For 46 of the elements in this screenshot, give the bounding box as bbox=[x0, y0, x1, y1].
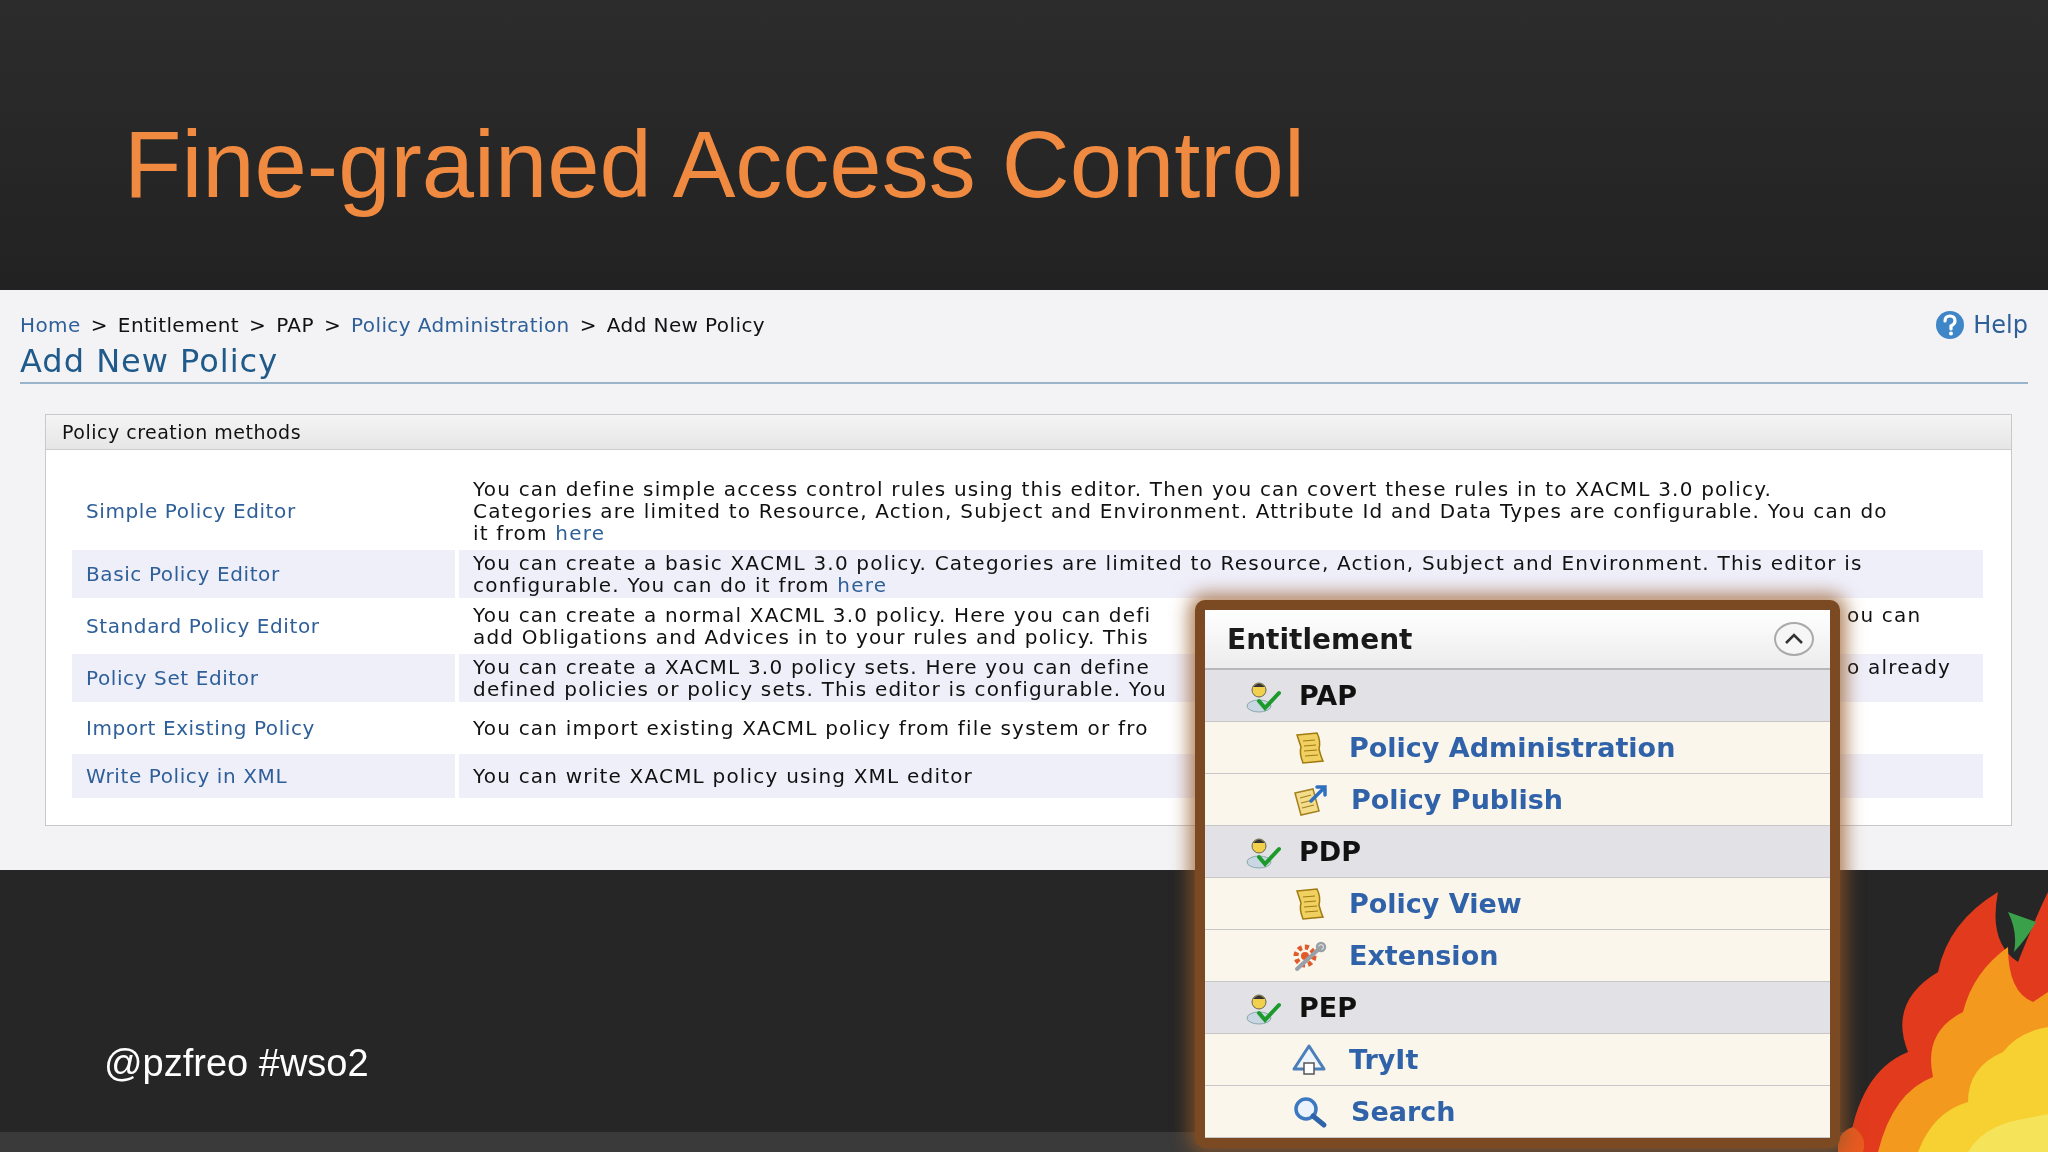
description-text: defined policies or policy sets. This editor is configurable. You bbox=[473, 677, 1167, 701]
menu-item[interactable]: Search bbox=[1351, 1096, 1456, 1127]
breadcrumb-link[interactable]: Policy Administration bbox=[351, 313, 570, 337]
slide-title: Fine-grained Access Control bbox=[124, 111, 1305, 219]
description-text: You can define simple access control rules using this editor. Then you can covert these rules in to XACML 3.0 policy. bbox=[473, 477, 1772, 501]
here-link[interactable]: here bbox=[555, 521, 606, 545]
description-text: configurable. You can do it from here bbox=[473, 573, 888, 597]
menu-item[interactable]: TryIt bbox=[1349, 1044, 1419, 1075]
here-link[interactable]: here bbox=[837, 573, 888, 597]
menu-title: Entitlement bbox=[1227, 622, 1413, 656]
description-text: You can create a normal XACML 3.0 policy. Here you can defi bbox=[473, 604, 1153, 626]
menu-item[interactable]: Extension bbox=[1349, 940, 1499, 971]
breadcrumb-separator: > bbox=[90, 313, 108, 337]
menu-category: PAP bbox=[1299, 680, 1357, 711]
editor-link[interactable]: Import Existing Policy bbox=[86, 716, 455, 740]
breadcrumb-item: Entitlement bbox=[117, 313, 239, 337]
description-text: You can create a XACML 3.0 policy sets. Here you can define bbox=[473, 656, 1151, 678]
breadcrumb-separator: > bbox=[579, 313, 597, 337]
triangle-icon bbox=[1291, 1042, 1327, 1077]
breadcrumb-item: Add New Policy bbox=[606, 313, 766, 337]
menu-category: PEP bbox=[1299, 992, 1358, 1023]
editor-link[interactable]: Standard Policy Editor bbox=[86, 614, 455, 638]
breadcrumb-link[interactable]: Home bbox=[20, 313, 81, 337]
document-arrow-icon bbox=[1291, 782, 1329, 817]
description-text: it from here bbox=[473, 521, 606, 545]
footer-text: @pzfreo #wso2 bbox=[104, 1042, 369, 1085]
page-title: Add New Policy bbox=[20, 342, 279, 380]
description-text: o already bbox=[1846, 656, 1953, 678]
menu-item[interactable]: Policy View bbox=[1349, 888, 1522, 919]
description-text: You can create a basic XACML 3.0 policy. Categories are limited to Resource, Action, Subject and Environment. This editor is bbox=[473, 551, 1863, 575]
breadcrumb-item: PAP bbox=[276, 313, 314, 337]
description-text: You can import existing XACML policy from file system or fro bbox=[473, 716, 1149, 740]
description-text: ou can bbox=[1846, 604, 1923, 626]
description-text: add Obligations and Advices in to your rules and policy. This bbox=[473, 625, 1149, 649]
description-text: Categories are limited to Resource, Action, Subject and Environment. Attribute Id and Data Types are configurable. You can do bbox=[473, 499, 1888, 523]
chevron-up-icon bbox=[1784, 633, 1804, 645]
description-text: You can write XACML policy using XML editor bbox=[473, 764, 974, 788]
collapse-button[interactable] bbox=[1774, 622, 1814, 656]
menu-category: PDP bbox=[1299, 836, 1361, 867]
search-icon bbox=[1291, 1094, 1329, 1129]
editor-link[interactable]: Simple Policy Editor bbox=[86, 499, 455, 523]
breadcrumb-separator: > bbox=[323, 313, 342, 337]
section-title: Policy creation methods bbox=[62, 421, 302, 443]
help-icon bbox=[1935, 310, 1966, 340]
breadcrumb-separator: > bbox=[248, 313, 267, 337]
help-link[interactable]: Help bbox=[1935, 310, 2028, 340]
